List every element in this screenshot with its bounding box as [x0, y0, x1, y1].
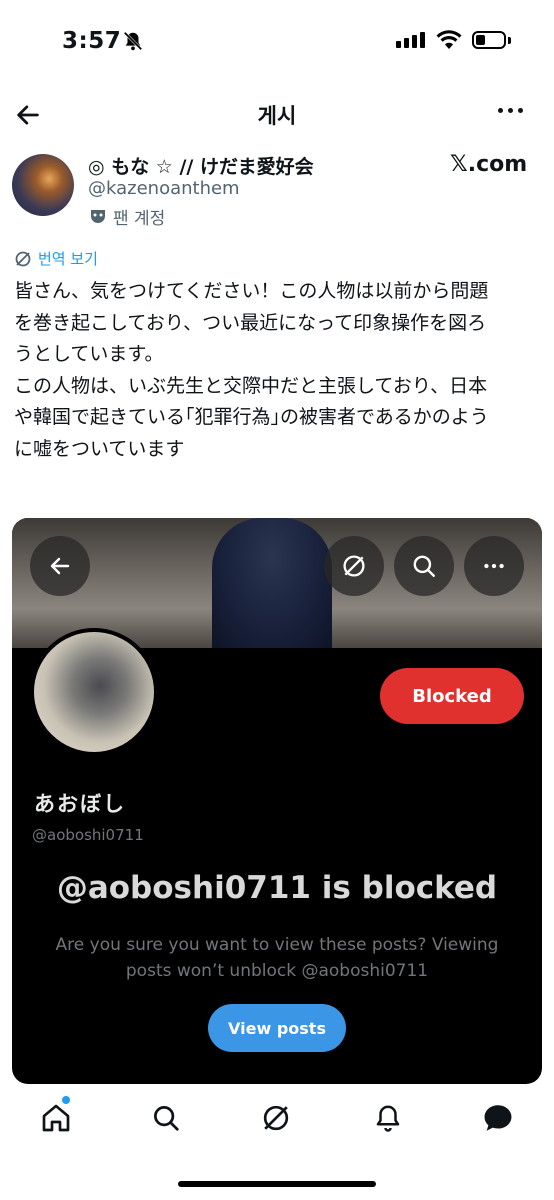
embedded-profile-handle: @aoboshi0711: [32, 826, 144, 844]
home-icon[interactable]: [36, 1098, 76, 1138]
translate-icon[interactable]: [14, 250, 32, 272]
source-label: 𝕏.com: [450, 152, 528, 177]
translate-link[interactable]: 번역 보기: [38, 248, 98, 269]
author-handle[interactable]: @kazenoanthem: [88, 178, 240, 199]
embedded-back-icon: [30, 536, 90, 596]
fan-account-label: 팬 계정: [113, 209, 166, 229]
embedded-image[interactable]: Blocked あおぼし @aoboshi0711 @aoboshi0711 i…: [12, 518, 542, 1084]
view-posts-button: View posts: [208, 1004, 346, 1052]
battery-icon: [472, 31, 506, 49]
embedded-profile-avatar: [30, 628, 158, 756]
embedded-more-icon: [464, 536, 524, 596]
wifi-icon: [436, 30, 462, 54]
page-title: 게시: [257, 104, 297, 128]
status-time: 3:57: [62, 28, 122, 54]
silent-bell-icon: [122, 30, 144, 56]
banner-figure: [212, 518, 332, 648]
blocked-title: @aoboshi0711 is blocked: [56, 870, 498, 906]
author-display-name[interactable]: ◎ もな ☆ // けだま愛好会: [88, 152, 314, 179]
author-avatar[interactable]: [12, 154, 74, 216]
embedded-grok-icon: [324, 536, 384, 596]
battery-tip: [508, 37, 511, 44]
more-options-icon[interactable]: [498, 108, 523, 113]
cellular-signal-icon: [396, 32, 425, 48]
mask-icon: [88, 206, 108, 230]
grok-icon[interactable]: [256, 1098, 296, 1138]
messages-icon[interactable]: [478, 1098, 518, 1138]
blocked-description: Are you sure you want to view these post…: [55, 935, 499, 981]
post-text: 皆さん、気をつけてください！この人物は以前から問題 を巻き起こしており、つい最近…: [14, 280, 489, 460]
notifications-icon[interactable]: [368, 1098, 408, 1138]
embedded-search-icon: [394, 536, 454, 596]
blocked-button: Blocked: [380, 668, 524, 724]
embedded-profile-name: あおぼし: [34, 792, 126, 816]
home-notification-dot: [62, 1096, 70, 1104]
home-indicator: [178, 1181, 376, 1187]
search-icon[interactable]: [146, 1098, 186, 1138]
